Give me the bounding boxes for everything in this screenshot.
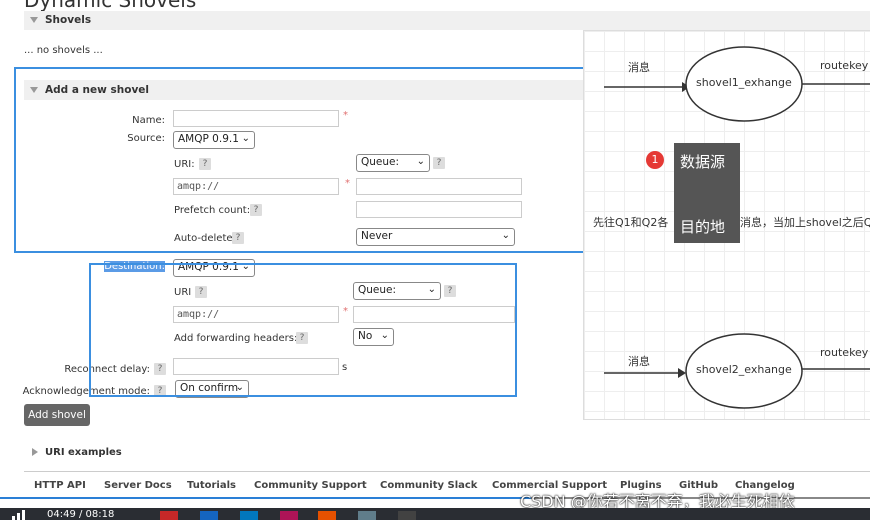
add-shovel-button[interactable]: Add shovel (24, 404, 90, 426)
taskbar-app-icon[interactable] (318, 511, 336, 520)
volume-icon[interactable] (12, 510, 30, 520)
annotation-tooltip-source: 数据源 (674, 143, 740, 201)
diagram-routekey-label: routekey (820, 59, 869, 72)
collapse-icon (30, 17, 38, 23)
taskbar-app-icon[interactable] (398, 511, 416, 520)
dest-tooltip-text: 目的地 (680, 218, 726, 236)
taskbar-app-icon[interactable] (160, 511, 178, 520)
diagram-msg-label: 消息 (628, 61, 650, 74)
footer-link-community-slack[interactable]: Community Slack (380, 480, 477, 491)
uri-examples-label: URI examples (45, 447, 122, 458)
footer-link-server-docs[interactable]: Server Docs (104, 480, 172, 491)
diagram-node-label: shovel2_exhange (696, 363, 792, 376)
shovels-section-title: Shovels (45, 14, 92, 26)
footer-link-tutorials[interactable]: Tutorials (187, 480, 236, 491)
taskbar-app-icon[interactable] (200, 511, 218, 520)
arrow-head (678, 368, 686, 378)
uri-examples-toggle[interactable]: URI examples (32, 447, 122, 458)
no-shovels-text: ... no shovels ... (24, 45, 103, 56)
playback-time: 04:49 / 08:18 (47, 509, 115, 520)
video-progress-fill (0, 497, 531, 499)
diagram-note-text: 先往Q1和Q2各 (593, 216, 669, 229)
annotation-badge: 1 (646, 151, 664, 169)
source-highlight-box (14, 67, 623, 253)
annotation-tooltip-dest: 目的地 (674, 201, 740, 243)
video-controls-bar: 04:49 / 08:18 (0, 508, 870, 520)
diagram-note-text-2: 消息，当加上shovel之后Q2 (740, 216, 870, 229)
footer-link-community-support[interactable]: Community Support (254, 480, 367, 491)
footer-link-http-api[interactable]: HTTP API (34, 480, 86, 491)
taskbar-app-icon[interactable] (358, 511, 376, 520)
taskbar-app-icon[interactable] (280, 511, 298, 520)
source-tooltip-text: 数据源 (680, 153, 726, 171)
diagram-node-label: shovel1_exhange (696, 76, 792, 89)
expand-icon (32, 448, 38, 456)
footer-divider (24, 471, 870, 472)
diagram-routekey-label: routekey (820, 346, 869, 359)
shovels-section-header[interactable]: Shovels (24, 11, 870, 30)
taskbar-app-icon[interactable] (240, 511, 258, 520)
destination-highlight-box (89, 263, 517, 397)
diagram-msg-label: 消息 (628, 355, 650, 368)
